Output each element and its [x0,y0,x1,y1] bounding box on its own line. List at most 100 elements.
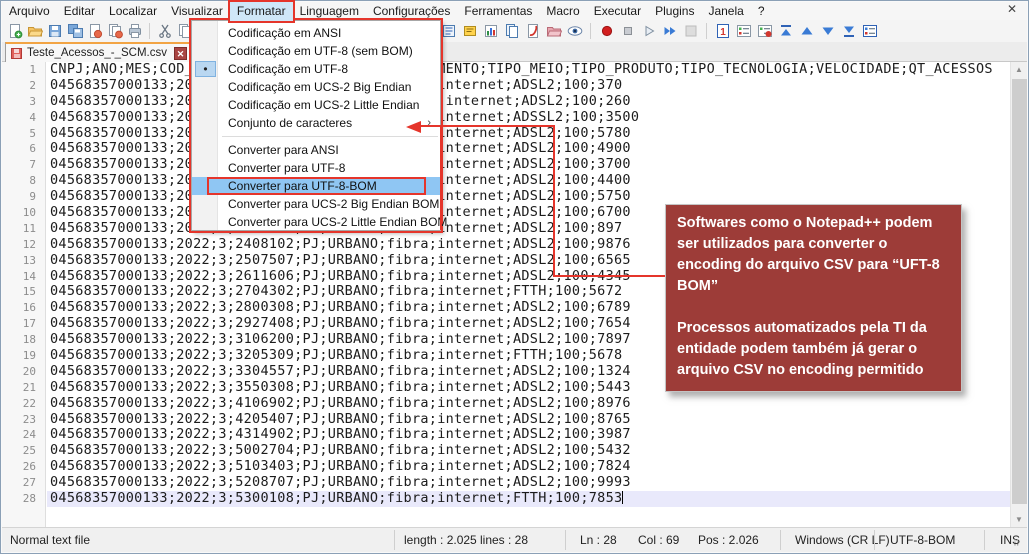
line-number[interactable]: 4 [2,110,45,126]
line-number[interactable]: 9 [2,189,45,205]
scrollbar-thumb[interactable] [1012,79,1027,504]
line-number[interactable]: 26 [2,459,45,475]
line-number[interactable]: 12 [2,237,45,253]
line-number[interactable]: 19 [2,348,45,364]
code-line-28[interactable]: 04568357000133;2022;3;5300108;PJ;URBANO;… [47,491,1010,507]
menu-item-codifica-o-em-ansi[interactable]: Codificação em ANSI [192,24,440,42]
new-file-icon[interactable] [6,23,23,40]
line-number[interactable]: 27 [2,475,45,491]
scroll-down-arrow-icon[interactable]: ▼ [1011,512,1027,528]
line-number[interactable]: 6 [2,141,45,157]
window-close-button[interactable]: ✕ [1004,2,1020,17]
goto-first-icon[interactable] [777,22,794,39]
code-line-25[interactable]: 04568357000133;2022;3;5002704;PJ;URBANO;… [47,443,1010,459]
list-blue-icon[interactable] [861,22,878,39]
menubar-item-editar[interactable]: Editar [57,2,102,21]
menubar-item-janela[interactable]: Janela [701,2,750,21]
folder-pink-icon[interactable] [545,22,562,39]
menu-item-codifica-o-em-utf-8-sem-bom-[interactable]: Codificação em UTF-8 (sem BOM) [192,42,440,60]
line-number[interactable]: 23 [2,412,45,428]
menubar-item-visualizar[interactable]: Visualizar [164,2,230,21]
red-highlight-box [207,177,426,195]
line-number[interactable]: 24 [2,427,45,443]
menu-item-codifica-o-em-ucs-2-big-endian[interactable]: Codificação em UCS-2 Big Endian [192,78,440,96]
code-line-23[interactable]: 04568357000133;2022;3;4205407;PJ;URBANO;… [47,412,1010,428]
line-number[interactable]: 21 [2,380,45,396]
goto-last-icon[interactable] [840,22,857,39]
menu-item-converter-para-ucs-2-big-endian-bom[interactable]: Converter para UCS-2 Big Endian BOM [192,195,440,213]
line-number[interactable]: 11 [2,221,45,237]
save-all-icon[interactable] [66,23,83,40]
play-macro-icon[interactable] [640,22,657,39]
user-dialog-icon[interactable] [461,22,478,39]
menu-item-conjunto-de-caracteres[interactable]: Conjunto de caracteres› [192,114,440,132]
line-number[interactable]: 3 [2,94,45,110]
record-macro-icon[interactable] [598,22,615,39]
menubar-item-macro[interactable]: Macro [539,2,586,21]
line-number[interactable]: 1 [2,62,45,78]
line-number[interactable]: 16 [2,300,45,316]
tab-close-icon[interactable]: ✕ [174,47,187,60]
code-line-26[interactable]: 04568357000133;2022;3;5103403;PJ;URBANO;… [47,459,1010,475]
menubar-item-arquivo[interactable]: Arquivo [2,2,57,21]
print-icon[interactable] [126,23,143,40]
code-line-24[interactable]: 04568357000133;2022;3;4314902;PJ;URBANO;… [47,427,1010,443]
menubar-item-linguagem[interactable]: Linguagem [293,2,366,21]
line-number[interactable]: 14 [2,269,45,285]
eol-format-label[interactable]: Windows (CR LF) [795,533,890,547]
prev-icon[interactable] [798,22,815,39]
run-macro-multiple-icon[interactable] [661,22,678,39]
line-number-gutter[interactable]: 1234567891011121314151617181920212223242… [2,62,46,528]
list-green-icon[interactable] [735,22,752,39]
script-red-icon[interactable] [524,22,541,39]
line-number[interactable]: 5 [2,126,45,142]
code-line-22[interactable]: 04568357000133;2022;3;4106902;PJ;URBANO;… [47,396,1010,412]
code-line-27[interactable]: 04568357000133;2022;3;5208707;PJ;URBANO;… [47,475,1010,491]
resize-grip-icon[interactable]: ⠿ [1013,538,1025,550]
menubar-item-?[interactable]: ? [751,2,772,21]
close-all-icon[interactable] [106,23,123,40]
show-all-chars-eye-icon[interactable] [566,22,583,39]
stop-macro-icon[interactable] [619,22,636,39]
documents-icon[interactable] [503,22,520,39]
menu-item-codifica-o-em-utf-8[interactable]: •Codificação em UTF-8 [192,60,440,78]
symbol-icon[interactable] [440,22,457,39]
menubar-item-executar[interactable]: Executar [587,2,648,21]
close-file-icon[interactable] [86,23,103,40]
menu-item-converter-para-ansi[interactable]: Converter para ANSI [192,141,440,159]
tab-teste-acessos-scm[interactable]: Teste_Acessos_-_SCM.csv ✕ [5,42,193,62]
vertical-scrollbar[interactable]: ▲ ▼ [1010,62,1027,528]
bookmark-flag-icon[interactable]: 1 [714,22,731,39]
line-number[interactable]: 25 [2,443,45,459]
open-folder-icon[interactable] [26,23,43,40]
line-number[interactable]: 2 [2,78,45,94]
line-number[interactable]: 15 [2,284,45,300]
save-icon[interactable] [46,23,63,40]
menubar-item-ferramentas[interactable]: Ferramentas [457,2,539,21]
line-number[interactable]: 10 [2,205,45,221]
menu-item-codifica-o-em-ucs-2-little-endian[interactable]: Codificação em UCS-2 Little Endian [192,96,440,114]
chart-icon[interactable] [482,22,499,39]
next-icon[interactable] [819,22,836,39]
line-number[interactable]: 28 [2,491,45,507]
line-number[interactable]: 17 [2,316,45,332]
line-number[interactable]: 20 [2,364,45,380]
statusbar-separator [565,530,566,550]
line-number[interactable]: 18 [2,332,45,348]
menubar-item-formatar[interactable]: Formatar [230,2,293,21]
menubar-item-plugins[interactable]: Plugins [648,2,701,21]
cut-icon[interactable] [156,23,173,40]
line-number[interactable]: 7 [2,157,45,173]
encoding-label[interactable]: UTF-8-BOM [890,533,955,547]
column-position-label: Col : 69 [638,533,679,547]
menubar-item-localizar[interactable]: Localizar [102,2,164,21]
menubar-item-configuraes[interactable]: Configurações [366,2,457,21]
list-red-icon[interactable] [756,22,773,39]
scroll-up-arrow-icon[interactable]: ▲ [1011,62,1027,78]
menu-item-converter-para-ucs-2-little-endian-bom[interactable]: Converter para UCS-2 Little Endian BOM [192,213,440,231]
menu-item-converter-para-utf-8-bom[interactable]: Converter para UTF-8-BOM [192,177,440,195]
line-number[interactable]: 8 [2,173,45,189]
line-number[interactable]: 22 [2,396,45,412]
menu-item-converter-para-utf-8[interactable]: Converter para UTF-8 [192,159,440,177]
line-number[interactable]: 13 [2,253,45,269]
